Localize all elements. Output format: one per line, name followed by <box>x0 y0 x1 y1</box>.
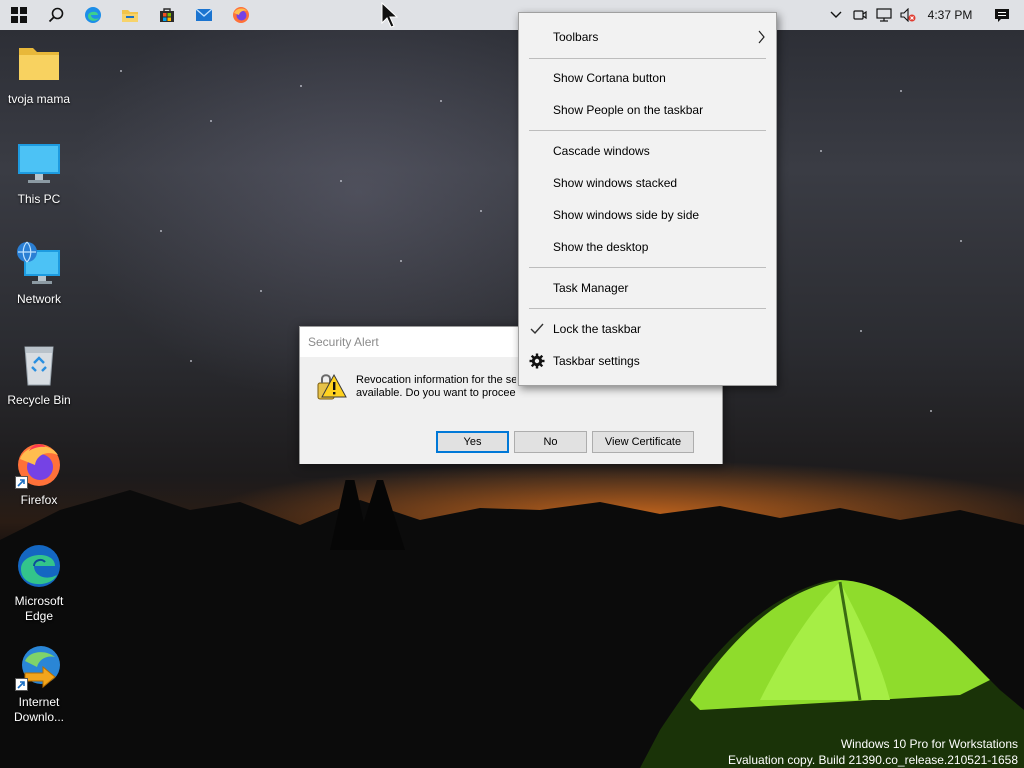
search-button[interactable] <box>37 0 74 30</box>
menu-item-show-cortana-button[interactable]: Show Cortana button <box>519 62 776 94</box>
show-hidden-icons-button[interactable] <box>824 0 848 30</box>
no-button[interactable]: No <box>514 431 587 453</box>
edge-icon <box>84 7 101 23</box>
windows-evaluation-watermark: Windows 10 Pro for Workstations Evaluati… <box>728 736 1018 768</box>
desktop-icon-internet-download-manager[interactable]: Internet Downlo... <box>2 643 76 725</box>
desktop-icon-label-line2: Downlo... <box>13 710 65 724</box>
yes-button[interactable]: Yes <box>436 431 509 453</box>
watermark-line2: Evaluation copy. Build 21390.co_release.… <box>728 753 1018 767</box>
search-icon <box>48 7 63 23</box>
menu-item-label: Show People on the taskbar <box>553 103 704 117</box>
menu-item-toolbars[interactable]: Toolbars <box>519 21 776 53</box>
action-center-button[interactable] <box>980 0 1024 30</box>
desktop-icon-recycle-bin[interactable]: Recycle Bin <box>2 341 76 408</box>
watermark-line1: Windows 10 Pro for Workstations <box>840 737 1018 751</box>
meet-now-icon <box>853 10 867 20</box>
shortcut-arrow-icon <box>15 476 28 489</box>
store-button[interactable] <box>148 0 185 30</box>
menu-item-label: Taskbar settings <box>553 354 640 368</box>
dialog-message-line1: Revocation information for the sec <box>356 374 516 386</box>
idm-icon <box>15 643 63 691</box>
view-certificate-button[interactable]: View Certificate <box>592 431 694 453</box>
menu-separator <box>529 130 766 131</box>
menu-item-label: Cascade windows <box>553 144 650 158</box>
menu-item-cascade-windows[interactable]: Cascade windows <box>519 135 776 167</box>
shortcut-arrow-icon <box>15 678 28 691</box>
folder-icon <box>121 10 138 22</box>
system-tray: 4:37 PM <box>824 0 1024 30</box>
clock[interactable]: 4:37 PM <box>920 8 980 22</box>
desktop-icon-label-line1: Microsoft <box>14 594 64 608</box>
firefox-icon <box>232 7 249 23</box>
desktop-icon-label: Network <box>16 292 61 306</box>
network-tray-button[interactable] <box>872 0 896 30</box>
desktop-icon-label: Recycle Bin <box>7 393 71 407</box>
desktop-icon-label: tvoja mama <box>7 92 71 106</box>
menu-item-label: Show Cortana button <box>553 71 666 85</box>
network-globe-icon <box>15 240 63 288</box>
gear-icon <box>529 345 545 377</box>
desktop-icon-label: This PC <box>17 192 61 206</box>
desktop-icon-label-line2: Edge <box>24 609 54 623</box>
firefox-taskbar-button[interactable] <box>222 0 259 30</box>
mouse-cursor-icon <box>381 2 399 28</box>
edge-icon <box>15 542 63 590</box>
monitor-icon <box>15 140 63 188</box>
checkmark-icon <box>529 313 545 345</box>
taskbar-context-menu: Toolbars Show Cortana button Show People… <box>518 12 777 386</box>
network-icon <box>876 8 892 22</box>
menu-separator <box>529 58 766 59</box>
file-explorer-button[interactable] <box>111 0 148 30</box>
desktop-icon-this-pc[interactable]: This PC <box>2 140 76 207</box>
menu-item-show-people[interactable]: Show People on the taskbar <box>519 94 776 126</box>
desktop-icon-firefox[interactable]: Firefox <box>2 441 76 508</box>
menu-item-label: Show windows side by side <box>553 208 700 222</box>
menu-separator <box>529 267 766 268</box>
menu-item-label: Toolbars <box>553 30 599 44</box>
menu-item-task-manager[interactable]: Task Manager <box>519 272 776 304</box>
menu-item-label: Show the desktop <box>553 240 649 254</box>
store-icon <box>159 8 174 22</box>
chevron-up-icon <box>830 11 842 18</box>
meet-now-button[interactable] <box>848 0 872 30</box>
edge-taskbar-button[interactable] <box>74 0 111 30</box>
menu-item-show-windows-side-by-side[interactable]: Show windows side by side <box>519 199 776 231</box>
windows-logo-icon <box>10 7 27 23</box>
menu-item-show-the-desktop[interactable]: Show the desktop <box>519 231 776 263</box>
action-center-icon <box>995 8 1009 22</box>
mail-icon <box>195 8 212 21</box>
volume-tray-button[interactable] <box>896 0 920 30</box>
mail-button[interactable] <box>185 0 222 30</box>
warning-lock-icon <box>316 371 348 403</box>
menu-item-label: Show windows stacked <box>553 176 678 190</box>
menu-item-label: Task Manager <box>553 281 629 295</box>
menu-item-taskbar-settings[interactable]: Taskbar settings <box>519 345 776 377</box>
menu-separator <box>529 308 766 309</box>
menu-item-lock-the-taskbar[interactable]: Lock the taskbar <box>519 313 776 345</box>
dialog-message: Revocation information for the sec avail… <box>356 374 516 400</box>
taskbar: 4:37 PM <box>0 0 1024 30</box>
desktop-icon-tvoja-mama[interactable]: tvoja mama <box>2 40 76 107</box>
desktop-icon-network[interactable]: Network <box>2 240 76 307</box>
menu-item-show-windows-stacked[interactable]: Show windows stacked <box>519 167 776 199</box>
folder-icon <box>15 40 63 88</box>
dialog-message-line2: available. Do you want to proceed? <box>356 387 516 399</box>
menu-item-label: Lock the taskbar <box>553 322 642 336</box>
firefox-icon <box>15 441 63 489</box>
volume-muted-icon <box>900 8 916 22</box>
start-button[interactable] <box>0 0 37 30</box>
desktop-icon-label-line1: Internet <box>18 695 60 709</box>
desktop-icon-microsoft-edge[interactable]: Microsoft Edge <box>2 542 76 624</box>
desktop-icon-label: Firefox <box>20 493 58 507</box>
recycle-bin-icon <box>15 341 63 389</box>
